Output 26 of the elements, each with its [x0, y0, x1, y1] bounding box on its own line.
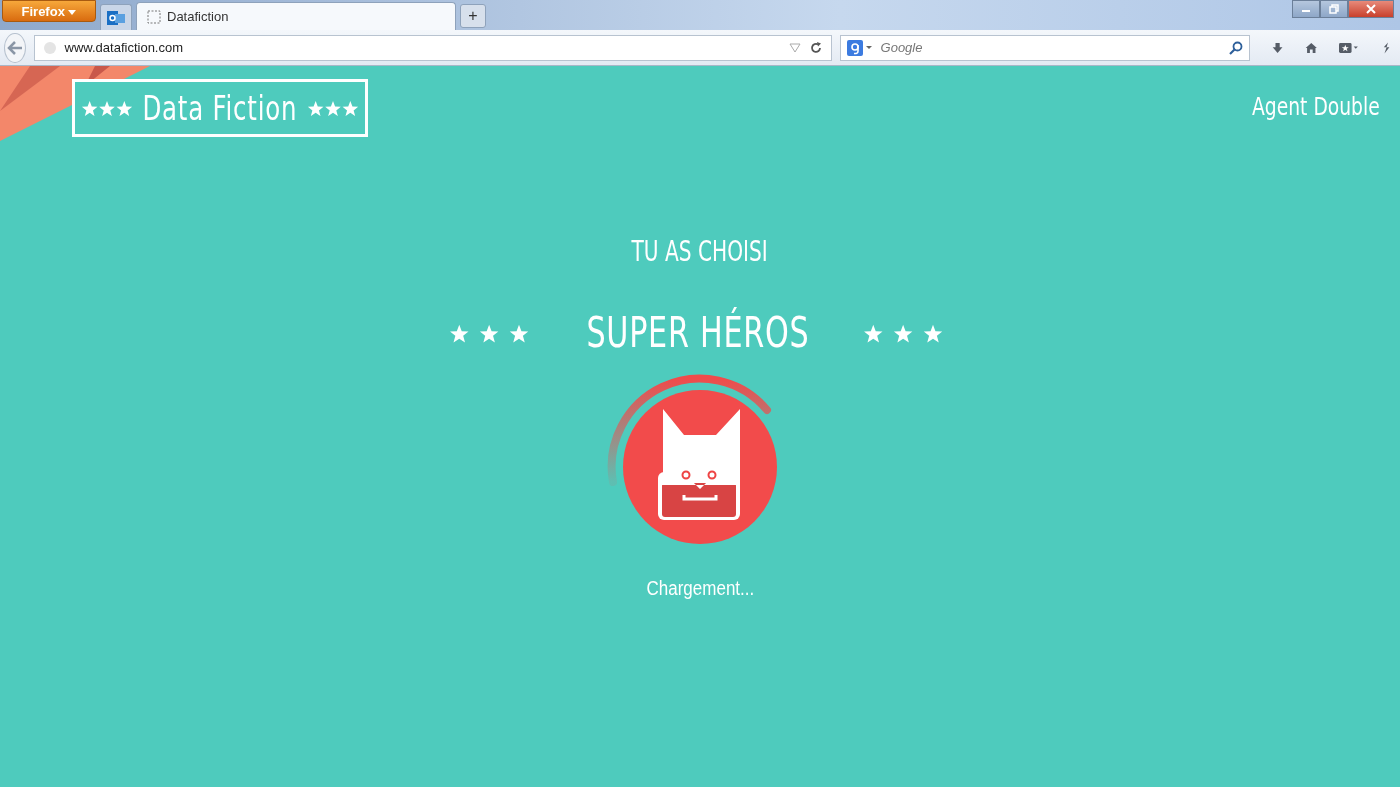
- browser-tab[interactable]: Datafiction: [136, 2, 456, 30]
- reload-icon[interactable]: [808, 40, 823, 55]
- page-icon: [147, 9, 161, 24]
- loading-text: Chargement...: [646, 577, 754, 600]
- intro-heading: TU AS CHOISI: [631, 235, 769, 268]
- search-bar[interactable]: Google: [839, 34, 1250, 61]
- stars-icon: [81, 100, 133, 116]
- search-engine-icon[interactable]: [846, 39, 873, 56]
- pinned-tab[interactable]: [100, 4, 132, 30]
- caret-icon: [68, 9, 77, 16]
- address-bar[interactable]: www.datafiction.com: [33, 34, 832, 61]
- search-icon[interactable]: [1228, 40, 1243, 55]
- close-button[interactable]: [1348, 0, 1394, 18]
- dropdown-icon[interactable]: [788, 42, 801, 53]
- back-button[interactable]: [4, 32, 26, 63]
- stars-icon: [306, 100, 359, 116]
- agent-label: Agent Double: [1252, 93, 1380, 121]
- globe-icon: [42, 40, 57, 55]
- choice-heading: SUPER HÉROS: [586, 308, 810, 357]
- new-tab-button[interactable]: +: [460, 4, 486, 28]
- search-field[interactable]: Google: [878, 39, 1223, 56]
- minimize-button[interactable]: [1292, 0, 1320, 18]
- restore-button[interactable]: [1320, 0, 1348, 18]
- restore-icon: [1329, 4, 1339, 14]
- back-arrow-icon: [6, 40, 23, 55]
- close-icon: [1366, 4, 1376, 14]
